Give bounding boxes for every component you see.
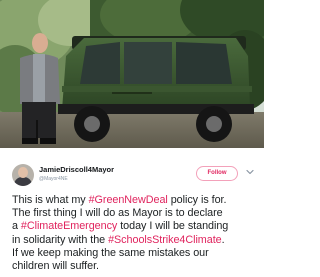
tweet-card: JamieDriscoll4Mayor @Mayor4NE Follow Thi…: [0, 148, 264, 277]
follow-button[interactable]: Follow: [196, 166, 238, 181]
tweet-line: This is what my #GreenNewDeal policy is …: [12, 194, 227, 206]
tweet-line: If we keep making the same mistakes our: [12, 246, 209, 259]
tweet-text: This is what my #GreenNewDeal policy is …: [12, 194, 264, 273]
avatar-head: [18, 167, 28, 178]
tweet-line: a #ClimateEmergency today I will be stan…: [12, 220, 229, 233]
avatar-body: [14, 177, 32, 186]
tweet-header: JamieDriscoll4Mayor @Mayor4NE Follow: [0, 164, 264, 190]
author-handle[interactable]: @Mayor4NE: [39, 176, 68, 182]
avatar[interactable]: [12, 164, 34, 186]
hashtag-link[interactable]: #GreenNewDeal: [89, 194, 168, 206]
author-name[interactable]: JamieDriscoll4Mayor: [39, 165, 114, 174]
tweet-line: children will suffer.: [12, 259, 99, 272]
hashtag-link[interactable]: #ClimateEmergency: [21, 220, 117, 232]
hashtag-link[interactable]: #SchoolsStrike4Climate: [108, 234, 222, 246]
tweet-photo[interactable]: [0, 0, 264, 148]
car-photo-illustration: [0, 0, 264, 148]
tweet-line: The first thing I will do as Mayor is to…: [12, 207, 223, 220]
chevron-down-icon[interactable]: [246, 168, 254, 176]
tweet-line: in solidarity with the #SchoolsStrike4Cl…: [12, 233, 225, 246]
